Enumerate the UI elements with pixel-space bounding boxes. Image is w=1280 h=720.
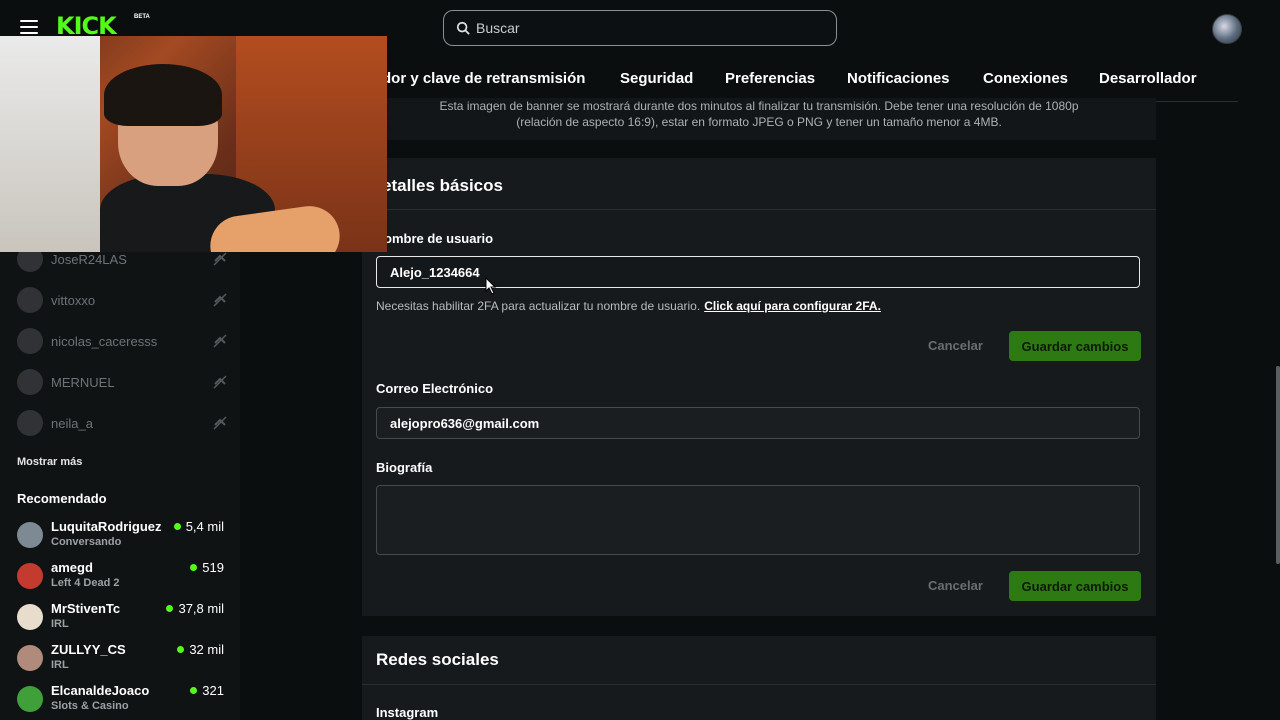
following-item[interactable]: nicolas_caceresss [17,328,227,354]
settings-tabs: dor y clave de retransmisión Seguridad P… [362,56,1238,102]
user-avatar[interactable] [1212,14,1242,44]
show-more-link[interactable]: Mostrar más [17,456,82,468]
tab-developer[interactable]: Desarrollador [1099,70,1197,87]
recommended-item[interactable]: LuquitaRodriguez Conversando 5,4 mil [17,519,227,553]
avatar [17,328,43,354]
channel-name: LuquitaRodriguez [51,519,162,534]
webcam-overlay [0,36,387,252]
beta-badge: BETA [134,14,150,20]
recommended-item[interactable]: ElcanaldeJoaco Slots & Casino 321 [17,683,227,717]
section-title: etalles básicos [382,176,503,195]
scrollbar[interactable] [1276,366,1280,564]
username-hint: Necesitas habilitar 2FA para actualizar … [376,299,881,313]
live-dot-icon [190,687,198,694]
webcam-background [0,36,100,252]
tab-preferences[interactable]: Preferencias [725,70,815,87]
tab-stream-key[interactable]: dor y clave de retransmisión [382,70,585,87]
offline-icon [213,375,227,389]
configure-2fa-link[interactable]: Click aquí para configurar 2FA. [704,299,881,313]
category-label: Left 4 Dead 2 [51,577,120,589]
following-item[interactable]: neila_a [17,410,227,436]
channel-name: MrStivenTc [51,601,121,616]
search-input[interactable] [476,20,816,36]
live-dot-icon [173,523,181,530]
instagram-label: Instagram [376,705,439,720]
bio-label: Biografía [376,460,433,475]
viewer-count: 321 [190,683,224,698]
channel-name: ElcanaldeJoaco [51,683,150,698]
viewer-count: 5,4 mil [173,519,224,534]
following-item[interactable]: vittoxxo [17,287,227,313]
avatar [17,604,43,630]
avatar [17,410,43,436]
channel-name: amegd [51,560,93,575]
following-item[interactable]: MERNUEL [17,369,227,395]
avatar [17,522,43,548]
cancel-button[interactable]: Cancelar [928,578,983,593]
webcam-person [104,64,222,126]
channel-name: nicolas_caceresss [51,333,158,349]
viewer-value: 32 mil [189,642,224,657]
category-label: Slots & Casino [51,700,129,712]
viewer-value: 37,8 mil [178,601,224,616]
social-card: Redes sociales Instagram [362,636,1156,720]
avatar [17,686,43,712]
hint-text: Necesitas habilitar 2FA para actualizar … [376,299,701,313]
bio-field[interactable] [376,485,1140,555]
username-label: ombre de usuario [384,231,494,246]
banner-note-line: Esta imagen de banner se mostrará durant… [439,99,1079,113]
divider [362,684,1156,685]
category-label: IRL [51,659,69,671]
category-label: IRL [51,618,69,630]
recommended-item[interactable]: amegd Left 4 Dead 2 519 [17,560,227,594]
section-title: Redes sociales [376,650,499,669]
channel-name: ZULLYY_CS [51,642,126,657]
viewer-count: 32 mil [177,642,224,657]
viewer-value: 321 [202,683,224,698]
avatar [17,645,43,671]
cancel-button[interactable]: Cancelar [928,338,983,353]
avatar [17,287,43,313]
menu-icon[interactable] [20,20,38,34]
offline-icon [213,252,227,266]
viewer-count: 519 [190,560,224,575]
search-bar[interactable] [443,10,837,46]
avatar [17,563,43,589]
channel-name: vittoxxo [51,292,96,308]
save-button[interactable]: Guardar cambios [1009,331,1141,361]
banner-note-line: (relación de aspecto 16:9), estar en for… [516,115,1002,129]
live-dot-icon [166,605,174,612]
tab-notifications[interactable]: Notificaciones [847,70,950,87]
offline-icon [213,293,227,307]
channel-name: JoseR24LAS [51,251,127,267]
save-button[interactable]: Guardar cambios [1009,571,1141,601]
recommended-item[interactable]: MrStivenTc IRL 37,8 mil [17,601,227,635]
channel-name: neila_a [51,415,93,431]
email-label: Correo Electrónico [376,381,494,396]
email-field[interactable] [376,407,1140,439]
channel-name: MERNUEL [51,374,115,390]
live-dot-icon [190,564,198,571]
offline-icon [213,416,227,430]
viewer-count: 37,8 mil [166,601,224,616]
avatar [17,369,43,395]
viewer-value: 519 [202,560,224,575]
live-dot-icon [177,646,185,653]
category-label: Conversando [51,536,122,548]
recommended-item[interactable]: ZULLYY_CS IRL 32 mil [17,642,227,676]
search-icon [456,21,470,35]
offline-icon [213,334,227,348]
tab-security[interactable]: Seguridad [620,70,693,87]
divider [362,209,1156,210]
mouse-cursor-icon [485,277,497,295]
banner-note: Esta imagen de banner se mostrará durant… [362,98,1156,140]
tab-connections[interactable]: Conexiones [983,70,1068,87]
viewer-value: 5,4 mil [185,519,224,534]
recommended-heading: Recomendado [17,491,107,506]
